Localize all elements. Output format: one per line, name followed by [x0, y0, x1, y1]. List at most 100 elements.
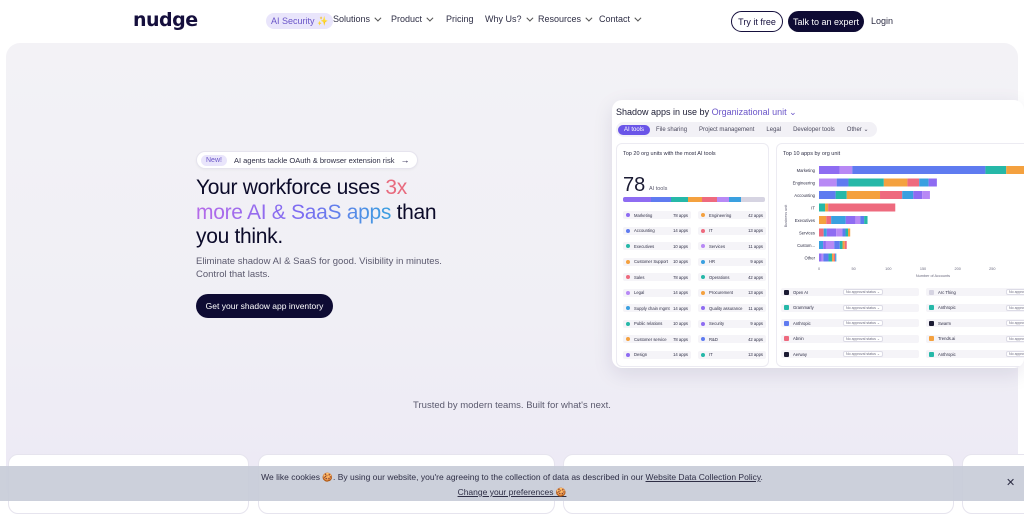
org-unit-row[interactable]: Marketing78 apps: [623, 211, 691, 219]
tab-ai-tools[interactable]: AI tools: [618, 125, 650, 135]
org-unit-row[interactable]: Services11 apps: [698, 242, 766, 250]
nav-product[interactable]: Product: [391, 14, 431, 24]
bar-segment: [829, 254, 832, 262]
nav-solutions[interactable]: Solutions: [333, 14, 379, 24]
tab-legal[interactable]: Legal: [760, 125, 787, 135]
org-unit-name: IT: [709, 228, 713, 233]
app-logo-icon: [784, 305, 789, 310]
nav-pricing-label: Pricing: [446, 14, 474, 24]
app-row[interactable]: AerwayNo approval status ⌄: [781, 350, 919, 358]
approval-status-dropdown[interactable]: No approval status ⌄: [843, 289, 883, 295]
nav-why-us[interactable]: Why Us?: [485, 14, 531, 24]
org-unit-name: Security: [709, 321, 724, 326]
org-units-card: Top 20 org units with the most AI tools …: [616, 143, 769, 367]
close-icon[interactable]: ✕: [1006, 476, 1015, 489]
talk-expert-button[interactable]: Talk to an expert: [788, 11, 864, 32]
approval-status-dropdown[interactable]: No approval status ⌄: [843, 305, 883, 311]
bar-segment: [836, 191, 847, 199]
app-row[interactable]: AnthropicNo approv: [926, 304, 1024, 312]
distribution-bar: [623, 197, 765, 202]
approval-status-dropdown[interactable]: No approval status ⌄: [843, 351, 883, 357]
headline-think: you think.: [196, 225, 283, 248]
login-link[interactable]: Login: [871, 16, 893, 26]
org-unit-row[interactable]: Customer service78 apps: [623, 335, 691, 343]
app-logo-icon: [784, 290, 789, 295]
bar-segment: [913, 191, 922, 199]
headline-more-apps: more AI & SaaS apps: [196, 201, 391, 224]
bar-segment: [834, 241, 840, 249]
app-name: Swarm: [938, 321, 951, 326]
approval-status-dropdown[interactable]: No approval status ⌄: [843, 320, 883, 326]
nav-resources[interactable]: Resources: [538, 14, 590, 24]
bar-segment: [819, 241, 823, 249]
app-row[interactable]: AnthropicNo approval status ⌄: [781, 319, 919, 327]
tab-developer-tools[interactable]: Developer tools: [787, 125, 841, 135]
org-unit-count: 42 apps: [748, 337, 763, 342]
tab-file-sharing[interactable]: File sharing: [650, 125, 693, 135]
org-unit-name: Customer Support: [634, 259, 668, 264]
org-unit-count: 11 apps: [748, 244, 763, 249]
headline-than: than: [391, 201, 436, 224]
app-row[interactable]: Trends.aiNo approv: [926, 335, 1024, 343]
org-unit-row[interactable]: Design14 apps: [623, 351, 691, 359]
org-unit-row[interactable]: Operations42 apps: [698, 273, 766, 281]
org-unit-name: Legal: [634, 290, 644, 295]
org-unit-row[interactable]: Security9 apps: [698, 320, 766, 328]
approval-status-dropdown[interactable]: No approv: [1006, 336, 1024, 342]
bar-segment: [1006, 166, 1024, 174]
org-unit-row[interactable]: Supply chain mgmt14 apps: [623, 304, 691, 312]
shadow-inventory-button[interactable]: Get your shadow app inventory: [196, 294, 333, 318]
org-unit-row[interactable]: IT13 apps: [698, 351, 766, 359]
org-unit-row[interactable]: Engineering42 apps: [698, 211, 766, 219]
org-unit-row[interactable]: Procurement13 apps: [698, 289, 766, 297]
org-unit-row[interactable]: Customer Support10 apps: [623, 258, 691, 266]
approval-status-dropdown[interactable]: No approval status ⌄: [843, 336, 883, 342]
org-unit-row[interactable]: R&D42 apps: [698, 335, 766, 343]
bar-segment: [823, 254, 828, 262]
bar-segment: [902, 191, 913, 199]
approval-status-dropdown[interactable]: No approv: [1006, 351, 1024, 357]
approval-status-dropdown[interactable]: No approv: [1006, 320, 1024, 326]
chevron-down-icon: [526, 14, 533, 21]
data-policy-link[interactable]: Website Data Collection Policy: [646, 472, 761, 482]
org-unit-row[interactable]: Accounting14 apps: [623, 227, 691, 235]
tab-other[interactable]: Other ⌄: [841, 124, 875, 135]
app-row[interactable]: AbninNo approval status ⌄: [781, 335, 919, 343]
change-preferences-link[interactable]: Change your preferences 🍪: [0, 487, 1024, 498]
app-row[interactable]: Open AINo approval status ⌄: [781, 288, 919, 296]
app-row[interactable]: GrammarlyNo approval status ⌄: [781, 304, 919, 312]
org-units-card-title: Top 20 org units with the most AI tools: [623, 151, 716, 157]
app-row[interactable]: Arc ThingNo approv: [926, 288, 1024, 296]
bar-segment: [822, 254, 824, 262]
hero-subtext: Eliminate shadow AI & SaaS for good. Vis…: [196, 255, 446, 281]
org-unit-dot: [701, 306, 705, 310]
org-unit-row[interactable]: Public relations10 apps: [623, 320, 691, 328]
announcement-badge[interactable]: New! AI agents tackle OAuth & browser ex…: [196, 151, 418, 169]
org-unit-name: Accounting: [634, 228, 655, 233]
org-unit-row[interactable]: IT13 apps: [698, 227, 766, 235]
org-unit-row[interactable]: Executives10 apps: [623, 242, 691, 250]
headline-part: Your workforce uses: [196, 176, 385, 199]
org-unit-row[interactable]: Quality assurance11 apps: [698, 304, 766, 312]
nav-contact[interactable]: Contact: [599, 14, 639, 24]
org-unit-dropdown[interactable]: Organizational unit ⌄: [712, 107, 797, 117]
app-row[interactable]: AnthropicNo approv: [926, 350, 1024, 358]
nav-pricing[interactable]: Pricing: [446, 14, 474, 24]
bar-segment: [823, 241, 826, 249]
bar-segment: [840, 166, 852, 174]
org-unit-dot: [701, 322, 705, 326]
org-unit-row[interactable]: Legal14 apps: [623, 289, 691, 297]
tab-project-management[interactable]: Project management: [693, 125, 760, 135]
bar-segment: [835, 254, 836, 262]
nudge-logo[interactable]: nudge: [133, 9, 198, 31]
chevron-down-icon: [426, 14, 433, 21]
nav-ai-security[interactable]: AI Security ✨: [266, 13, 333, 29]
app-row[interactable]: Swarm No approv: [926, 319, 1024, 327]
bar-segment: [880, 191, 902, 199]
org-unit-row[interactable]: Sales78 apps: [623, 273, 691, 281]
org-unit-row[interactable]: HR9 apps: [698, 258, 766, 266]
approval-status-dropdown[interactable]: No approv: [1006, 305, 1024, 311]
org-unit-count: 78 apps: [673, 213, 688, 218]
approval-status-dropdown[interactable]: No approv: [1006, 289, 1024, 295]
try-free-button[interactable]: Try it free: [731, 11, 783, 32]
